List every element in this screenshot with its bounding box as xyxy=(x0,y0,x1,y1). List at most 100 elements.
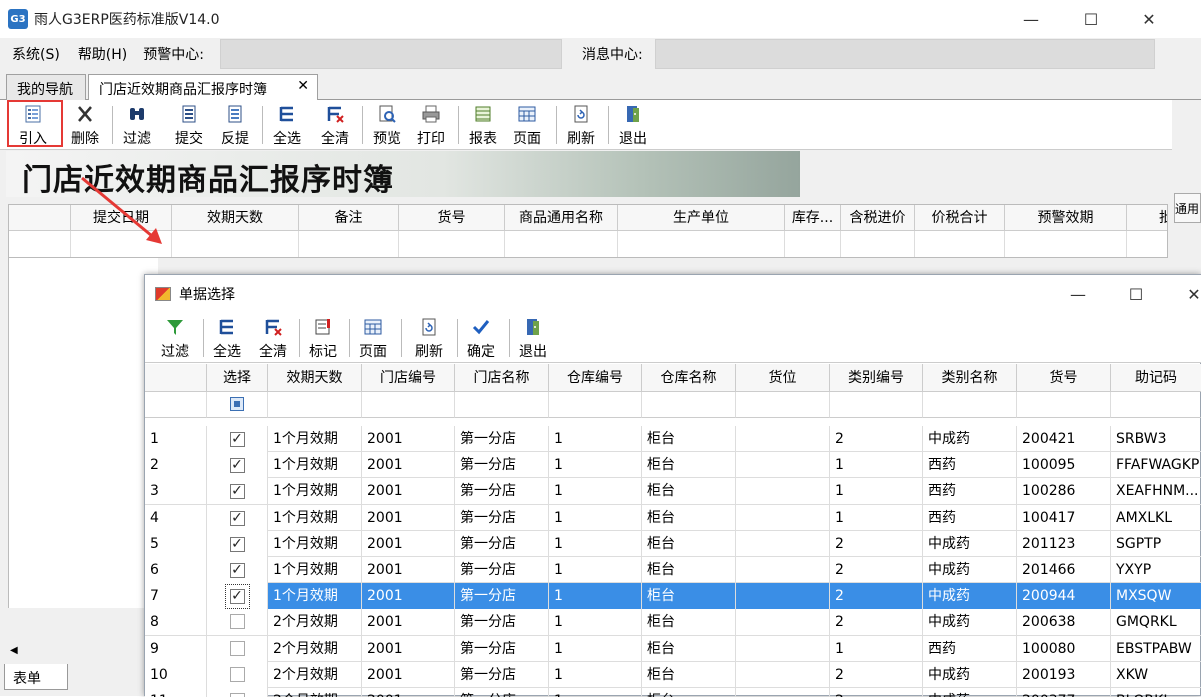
unsubmit-button[interactable]: 反提 xyxy=(216,102,254,148)
select-all-button[interactable]: 全选 xyxy=(268,102,306,148)
message-center-field[interactable] xyxy=(654,39,1155,69)
checkbox-icon[interactable]: ✓ xyxy=(229,510,245,526)
checkbox-icon[interactable]: ✓ xyxy=(229,484,245,500)
horizontal-scrollbar[interactable]: ◀ xyxy=(8,642,148,660)
column-header[interactable]: 批 xyxy=(1127,205,1167,231)
page-button[interactable]: 页面 xyxy=(508,102,546,148)
column-header[interactable]: 类别编号 xyxy=(830,364,923,392)
menu-help[interactable]: 帮助(H) xyxy=(72,44,133,64)
checkbox-icon[interactable] xyxy=(229,614,245,630)
delete-button[interactable]: 删除 xyxy=(66,102,104,148)
column-header[interactable]: 预警效期 xyxy=(1005,205,1127,231)
filter-button[interactable]: 过滤 xyxy=(118,102,156,148)
filter-cell[interactable] xyxy=(841,231,915,257)
column-header[interactable]: 库存... xyxy=(785,205,841,231)
table-row[interactable]: 2 ✓ 1个月效期 2001 第一分店 1 柜台 1 西药 100095 FFAFWAGKP xyxy=(145,452,1201,479)
column-header[interactable]: 门店名称 xyxy=(455,364,549,392)
filter-cell[interactable] xyxy=(785,231,841,257)
checkbox-icon[interactable]: ✓ xyxy=(224,584,250,610)
checkbox-icon[interactable]: ✓ xyxy=(229,458,245,474)
table-row[interactable]: 6 ✓ 1个月效期 2001 第一分店 1 柜台 2 中成药 201466 YXYP xyxy=(145,557,1201,584)
filter-cell[interactable] xyxy=(399,231,505,257)
dialog-filter-button[interactable]: 过滤 xyxy=(157,315,193,361)
menu-system[interactable]: 系统(S) xyxy=(0,44,72,64)
close-button[interactable]: ✕ xyxy=(1124,0,1174,38)
filter-cell[interactable] xyxy=(268,392,362,418)
column-header[interactable]: 生产单位 xyxy=(618,205,785,231)
table-row[interactable]: 3 ✓ 1个月效期 2001 第一分店 1 柜台 1 西药 100286 XEAFHNM... xyxy=(145,478,1201,505)
column-header[interactable]: 助记码 xyxy=(1111,364,1201,392)
column-header[interactable]: 含税进价 xyxy=(841,205,915,231)
minimize-button[interactable]: — xyxy=(1006,0,1056,38)
exit-button[interactable]: 退出 xyxy=(614,102,652,148)
filter-cell[interactable] xyxy=(1005,231,1127,257)
filter-cell[interactable] xyxy=(642,392,736,418)
select-checkbox[interactable] xyxy=(207,609,268,636)
column-header[interactable]: 货位 xyxy=(736,364,830,392)
filter-cell[interactable] xyxy=(207,392,268,418)
column-header-select[interactable]: 选择 xyxy=(207,364,268,392)
filter-cell[interactable] xyxy=(71,231,172,257)
select-checkbox[interactable] xyxy=(207,635,268,662)
column-header[interactable]: 货号 xyxy=(399,205,505,231)
table-row[interactable]: 4 ✓ 1个月效期 2001 第一分店 1 柜台 1 西药 100417 AMXLKL xyxy=(145,504,1201,531)
filter-cell[interactable] xyxy=(1017,392,1111,418)
select-checkbox[interactable]: ✓ xyxy=(207,583,268,610)
column-header[interactable]: 效期天数 xyxy=(268,364,362,392)
column-header[interactable]: 门店编号 xyxy=(362,364,455,392)
close-icon[interactable]: ✕ xyxy=(297,78,309,94)
table-row[interactable]: 8 2个月效期 2001 第一分店 1 柜台 2 中成药 200638 GMQRKL xyxy=(145,609,1201,636)
checkbox-icon[interactable] xyxy=(229,640,245,656)
column-header[interactable]: 价税合计 xyxy=(915,205,1005,231)
report-button[interactable]: 报表 xyxy=(464,102,502,148)
filter-cell[interactable] xyxy=(830,392,923,418)
dialog-clear-all-button[interactable]: 全清 xyxy=(255,315,291,361)
select-checkbox[interactable]: ✓ xyxy=(207,478,268,505)
filter-cell[interactable] xyxy=(1111,392,1201,418)
warning-center-field[interactable] xyxy=(219,39,562,69)
checkbox-icon[interactable] xyxy=(229,693,245,697)
table-row[interactable]: 10 2个月效期 2001 第一分店 1 柜台 2 中成药 200193 XKW xyxy=(145,661,1201,688)
column-header[interactable]: 类别名称 xyxy=(923,364,1017,392)
filter-cell[interactable] xyxy=(172,231,299,257)
select-checkbox[interactable] xyxy=(207,661,268,688)
print-button[interactable]: 打印 xyxy=(412,102,450,148)
dialog-page-button[interactable]: 页面 xyxy=(355,315,391,361)
dialog-close-button[interactable]: ✕ xyxy=(1169,275,1201,313)
submit-button[interactable]: 提交 xyxy=(170,102,208,148)
column-header[interactable]: 货号 xyxy=(1017,364,1111,392)
table-row[interactable]: 7 ✓ 1个月效期 2001 第一分店 1 柜台 2 中成药 200944 MXSQW xyxy=(145,583,1201,610)
checkbox-icon[interactable]: ✓ xyxy=(229,563,245,578)
select-checkbox[interactable]: ✓ xyxy=(207,426,268,452)
dialog-confirm-button[interactable]: 确定 xyxy=(463,315,499,361)
select-checkbox[interactable]: ✓ xyxy=(207,504,268,531)
filter-cell[interactable] xyxy=(455,392,549,418)
tab-store-expiry-report[interactable]: 门店近效期商品汇报序时簿 ✕ xyxy=(88,74,318,102)
column-header[interactable]: 商品通用名称 xyxy=(505,205,618,231)
filter-cell[interactable] xyxy=(299,231,399,257)
filter-cell[interactable] xyxy=(736,392,830,418)
clear-all-button[interactable]: 全清 xyxy=(316,102,354,148)
scroll-left-icon[interactable]: ◀ xyxy=(8,645,18,656)
dialog-select-all-button[interactable]: 全选 xyxy=(209,315,245,361)
filter-cell[interactable] xyxy=(915,231,1005,257)
dialog-exit-button[interactable]: 退出 xyxy=(515,315,551,361)
column-header[interactable]: 备注 xyxy=(299,205,399,231)
column-header[interactable]: 仓库名称 xyxy=(642,364,736,392)
column-header[interactable]: 效期天数 xyxy=(172,205,299,231)
table-row[interactable]: 9 2个月效期 2001 第一分店 1 柜台 1 西药 100080 EBSTPABW xyxy=(145,635,1201,662)
select-all-checkbox[interactable] xyxy=(230,397,244,411)
checkbox-icon[interactable]: ✓ xyxy=(229,432,245,447)
filter-cell[interactable] xyxy=(923,392,1017,418)
table-row[interactable]: 1 ✓ 1个月效期 2001 第一分店 1 柜台 2 中成药 200421 SRBW3 xyxy=(145,426,1201,453)
column-header[interactable]: 提交日期 xyxy=(71,205,172,231)
filter-cell[interactable] xyxy=(362,392,455,418)
filter-cell[interactable] xyxy=(505,231,618,257)
checkbox-icon[interactable]: ✓ xyxy=(229,536,245,552)
dialog-refresh-button[interactable]: 刷新 xyxy=(411,315,447,361)
dialog-mark-button[interactable]: 标记 xyxy=(305,315,341,361)
refresh-button[interactable]: 刷新 xyxy=(562,102,600,148)
filter-cell[interactable] xyxy=(549,392,642,418)
dialog-maximize-button[interactable]: ☐ xyxy=(1111,275,1161,313)
tab-my-navigation[interactable]: 我的导航 xyxy=(6,74,86,101)
